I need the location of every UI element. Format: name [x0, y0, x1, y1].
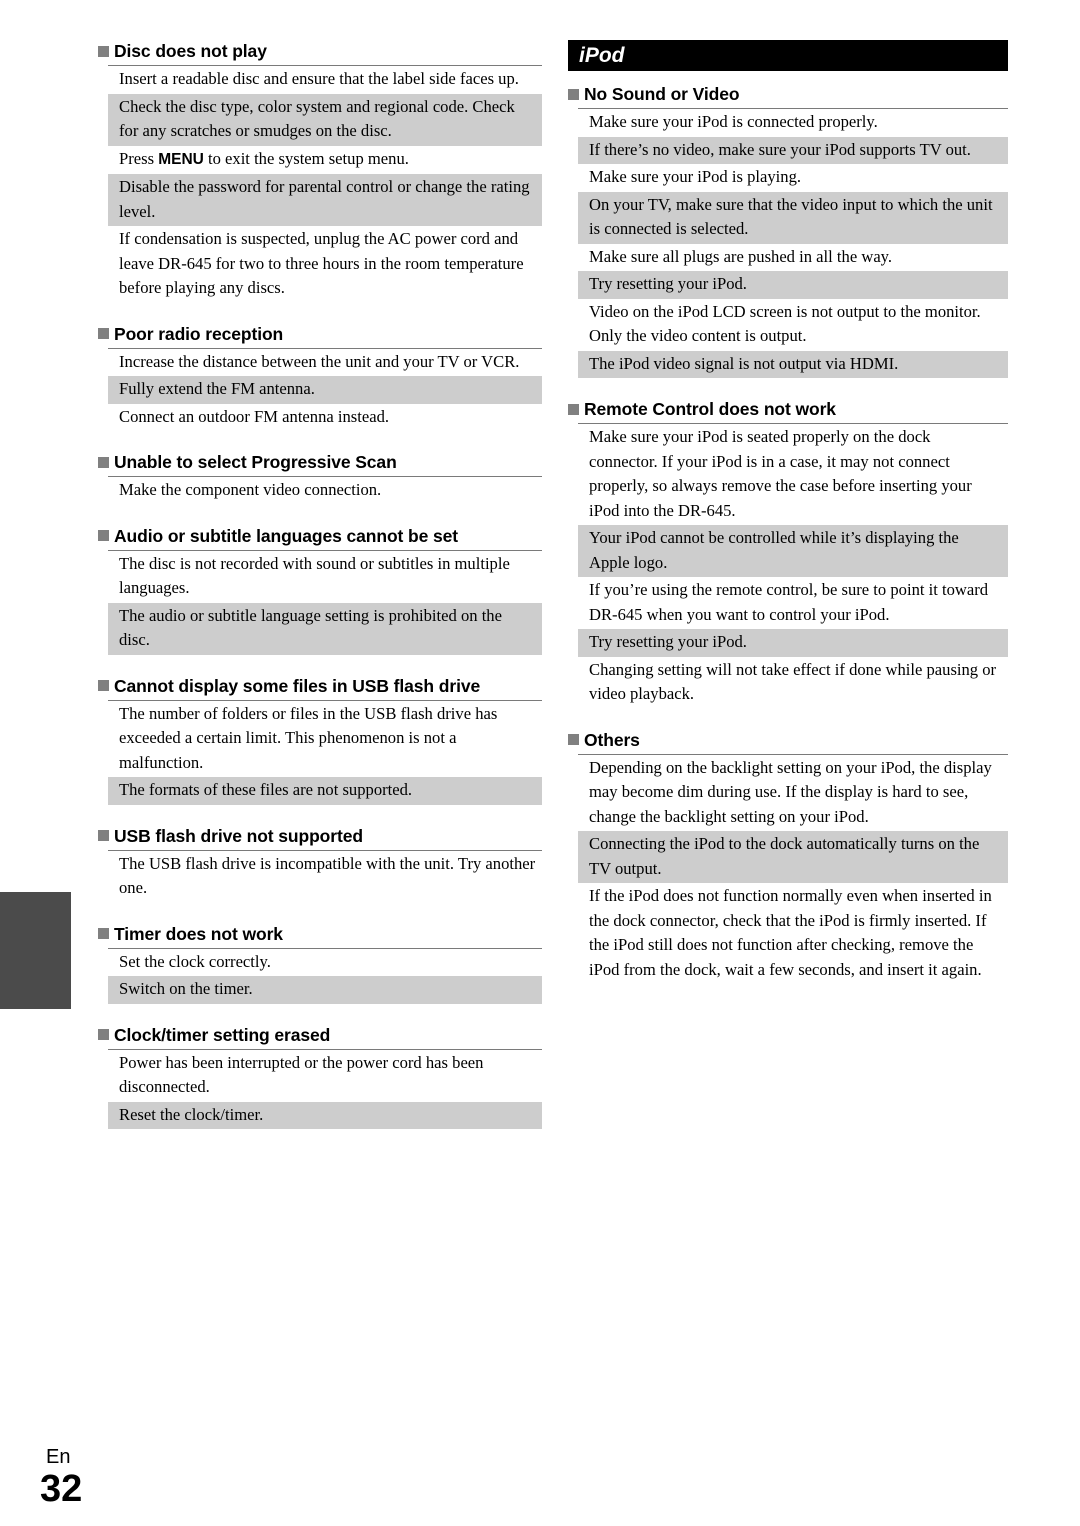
remedy-table: Make the component video connection. [108, 476, 542, 505]
remedy-row: If you’re using the remote control, be s… [589, 580, 989, 624]
remedy-row: Switch on the timer. [108, 976, 542, 1004]
remedy-row: Try resetting your iPod. [578, 629, 1008, 657]
section-heading: Audio or subtitle languages cannot be se… [98, 525, 542, 547]
section-heading: Unable to select Progressive Scan [98, 451, 542, 473]
remedy-row: The USB flash drive is incompatible with… [119, 853, 536, 898]
section-heading-label: USB flash drive not supported [114, 825, 363, 846]
right-column-sections: No Sound or Video Make sure your iPod is … [568, 83, 1008, 984]
remedy-row: Make the component video connection. [119, 480, 382, 499]
section-heading-label: Disc does not play [114, 41, 267, 61]
section-heading: Poor radio reception [98, 323, 542, 345]
remedy-table: Increase the distance between the unit a… [108, 347, 542, 432]
section-heading: No Sound or Video [568, 83, 1008, 105]
remedy-row: Your iPod cannot be controlled while it’… [578, 525, 1008, 577]
square-bullet-icon [98, 928, 109, 939]
remedy-row: Changing setting will not take effect if… [589, 659, 997, 704]
section-heading: Remote Control does not work [568, 398, 1008, 420]
chapter-edge-tab [0, 892, 71, 1009]
section-heading: Others [568, 729, 1008, 751]
remedy-row: If condensation is suspected, unplug the… [119, 229, 524, 297]
section-heading: Cannot display some files in USB flash d… [98, 675, 542, 697]
remedy-row: On your TV, make sure that the video inp… [578, 191, 1008, 244]
square-bullet-icon [98, 680, 109, 691]
square-bullet-icon [98, 328, 109, 339]
remedy-table: Make sure your iPod is seated properly o… [578, 423, 1008, 709]
square-bullet-icon [98, 456, 109, 468]
section-heading: Disc does not play [98, 40, 542, 62]
remedy-table: The disc is not recorded with sound or s… [108, 549, 542, 655]
remedy-row: Check the disc type, color system and re… [108, 93, 542, 146]
right-column: iPod No Sound or Video Make sure your iPo… [568, 40, 1008, 984]
square-bullet-icon [98, 530, 109, 541]
remedy-table: The USB flash drive is incompatible with… [108, 849, 542, 903]
remedy-row: The audio or subtitle language setting i… [108, 602, 542, 655]
remedy-row: The number of folders or files in the US… [119, 703, 498, 772]
remedy-row: Fully extend the FM antenna. [108, 376, 542, 404]
remedy-table: Power has been interrupted or the power … [108, 1048, 542, 1129]
square-bullet-icon [568, 403, 579, 415]
left-column: Disc does not play Insert a readable disc… [98, 40, 542, 1129]
section-heading-label: Unable to select Progressive Scan [114, 452, 397, 472]
page-number: 32 [40, 1468, 83, 1510]
section-heading-label: Others [584, 729, 640, 750]
remedy-row: If the iPod does not function normally e… [589, 886, 992, 979]
section-heading-label: Cannot display some files in USB flash d… [114, 675, 481, 696]
remedy-row: The formats of these files are not suppo… [108, 777, 542, 805]
remedy-row: Video on the iPod LCD screen is not outp… [589, 301, 981, 346]
remedy-table: Insert a readable disc and ensure that t… [108, 65, 542, 303]
remedy-row: Make sure your iPod is connected properl… [589, 112, 878, 131]
remedy-table: Set the clock correctly. Switch on the ti… [108, 947, 542, 1004]
remedy-table: The number of folders or files in the US… [108, 699, 542, 805]
remedy-row: Depending on the backlight setting on yo… [589, 757, 992, 826]
section-heading-label: No Sound or Video [584, 84, 740, 104]
remedy-text-pre: Press [119, 148, 159, 168]
section-heading-label: Clock/timer setting erased [114, 1024, 331, 1045]
ipod-section-banner: iPod [568, 40, 1008, 71]
remedy-text-post: to exit the system setup menu. [203, 148, 409, 168]
remedy-table: Depending on the backlight setting on yo… [578, 753, 1008, 985]
section-heading: USB flash drive not supported [98, 825, 542, 847]
remedy-row: Connecting the iPod to the dock automati… [578, 831, 1008, 883]
section-heading: Clock/timer setting erased [98, 1024, 542, 1046]
remedy-row: Try resetting your iPod. [578, 271, 1008, 299]
section-heading-label: Audio or subtitle languages cannot be se… [114, 525, 458, 546]
section-heading-label: Remote Control does not work [584, 399, 836, 419]
remedy-row: Insert a readable disc and ensure that t… [119, 69, 519, 88]
remedy-row: Increase the distance between the unit a… [119, 351, 520, 371]
square-bullet-icon [98, 1029, 109, 1040]
remedy-row: Press MENU to exit the system setup menu… [108, 146, 542, 175]
menu-key-label: MENU [158, 150, 204, 168]
section-heading: Timer does not work [98, 923, 542, 945]
manual-page: Disc does not play Insert a readable disc… [0, 0, 1080, 1526]
remedy-row: If there’s no video, make sure your iPod… [578, 136, 1008, 164]
remedy-row: The disc is not recorded with sound or s… [119, 553, 510, 598]
remedy-row: Make sure all plugs are pushed in all th… [589, 246, 893, 266]
remedy-row: Make sure your iPod is seated properly o… [589, 427, 972, 520]
remedy-row: Make sure your iPod is playing. [589, 167, 802, 186]
folio: En 32 [40, 1446, 82, 1510]
square-bullet-icon [568, 88, 579, 100]
square-bullet-icon [568, 734, 579, 745]
remedy-row: Reset the clock/timer. [108, 1101, 542, 1129]
square-bullet-icon [98, 45, 109, 57]
square-bullet-icon [98, 830, 109, 841]
section-heading-label: Timer does not work [114, 923, 283, 944]
remedy-row: Set the clock correctly. [119, 951, 271, 971]
remedy-row: Power has been interrupted or the power … [119, 1052, 484, 1097]
language-label: En [46, 1446, 71, 1468]
remedy-row: Disable the password for parental contro… [108, 174, 542, 226]
section-heading-label: Poor radio reception [114, 323, 284, 344]
remedy-table: Make sure your iPod is connected properl… [578, 108, 1008, 378]
remedy-row: Connect an outdoor FM antenna instead. [119, 406, 390, 426]
remedy-row: The iPod video signal is not output via … [578, 350, 1008, 378]
